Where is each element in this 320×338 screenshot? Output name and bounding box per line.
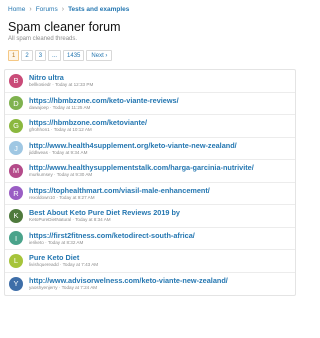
breadcrumb-forums-link[interactable]: Forums [36,6,58,13]
thread-title-link[interactable]: http://www.health4supplement.org/keto-vi… [29,141,237,150]
thread-list: B Nitro ultra bellkosiedr · Today at 12:… [4,69,296,296]
thread-meta: jiddlweas · Today at 9:34 AM [29,149,88,155]
thread-title-link[interactable]: https://hbmbzone.com/ketoviante/ [29,118,147,127]
thread-meta: KetoPureDietNatural · Today at 8:34 AM [29,217,111,223]
thread-author[interactable]: ieriketo [29,240,44,245]
thread-row[interactable]: L Pure Keto Diet livishquereadd · Today … [5,250,295,273]
thread-row[interactable]: G https://hbmbzone.com/ketoviante/ gfroh… [5,115,295,138]
thread-author[interactable]: murkumsey [29,172,53,177]
thread-row[interactable]: R https://tophealthmart.com/viasil-male-… [5,183,295,205]
thread-time: Today at 9:27 AM [59,194,95,200]
avatar[interactable]: K [9,208,23,223]
breadcrumb-separator: › [61,5,65,13]
page-button-1[interactable]: 1 [8,50,20,61]
avatar[interactable]: R [9,186,23,201]
avatar[interactable]: M [9,163,23,178]
page-ellipsis-button[interactable]: ... [48,50,62,61]
thread-meta: gfrohhon1 · Today at 10:12 AM [29,127,92,133]
thread-author[interactable]: gfrohhon1 [29,127,50,132]
thread-meta: rexoldown10 · Today at 9:27 AM [29,194,95,200]
thread-time: Today at 11:25 AM [52,104,91,110]
thread-author[interactable]: bellkosiedr [29,82,51,87]
avatar[interactable]: Y [9,276,23,291]
thread-author[interactable]: KetoPureDietNatural [29,217,71,222]
thread-time: Today at 8:32 AM [47,239,84,245]
thread-meta: murkumsey · Today at 9:30 AM [29,172,93,178]
thread-time: Today at 9:34 AM [51,149,88,155]
thread-title-link[interactable]: Pure Keto Diet [29,253,98,262]
thread-row[interactable]: D https://hbmbzone.com/keto-viante-revie… [5,93,295,115]
page-button-2[interactable]: 2 [21,50,33,61]
thread-title-link[interactable]: http://www.healthysupplementstalk.com/ha… [29,163,254,172]
thread-time: Today at 9:30 AM [56,172,93,178]
page-button-last[interactable]: 1435 [63,50,85,61]
thread-title-link[interactable]: Best About Keto Pure Diet Reviews 2019 b… [29,208,180,217]
pagination: 1 2 3 ... 1435 Next › [8,50,292,61]
avatar[interactable]: B [9,73,23,88]
thread-author[interactable]: rexoldown10 [29,195,55,200]
thread-meta: livishquereadd · Today at 7:43 AM [29,262,99,268]
thread-time: Today at 7:43 AM [62,262,99,268]
thread-title-link[interactable]: https://first2fitness.com/ketodirect-sou… [29,231,195,240]
thread-row[interactable]: M http://www.healthysupplementstalk.com/… [5,160,295,183]
page-title: Spam cleaner forum [8,20,121,34]
thread-time: Today at 10:12 AM [53,127,92,133]
thread-time: Today at 7:24 AM [61,285,98,291]
breadcrumb: Home › Forums › Tests and examples [0,0,300,18]
thread-row[interactable]: K Best About Keto Pure Diet Reviews 2019… [5,205,295,228]
thread-time: Today at 8:34 AM [75,217,111,223]
breadcrumb-home-link[interactable]: Home [8,6,25,13]
thread-meta: dawajoep · Today at 11:25 AM [29,104,91,110]
avatar[interactable]: J [9,141,23,156]
page-button-3[interactable]: 3 [34,50,47,61]
next-page-button[interactable]: Next › [86,50,113,61]
avatar[interactable]: G [9,118,23,133]
thread-author[interactable]: dawajoep [29,105,49,110]
thread-author[interactable]: livishquereadd [29,262,59,267]
breadcrumb-section-link[interactable]: Tests and examples [68,6,129,13]
thread-author[interactable]: jiddlweas [29,150,48,155]
thread-meta: ieriketo · Today at 8:32 AM [29,239,84,245]
thread-row[interactable]: Y http://www.advisorwelness.com/keto-via… [5,273,295,296]
thread-meta: bellkosiedr · Today at 12:33 PM [29,82,94,88]
avatar[interactable]: L [9,253,23,268]
thread-time: Today at 12:33 PM [54,82,94,88]
thread-row[interactable]: J http://www.health4supplement.org/keto-… [5,138,295,160]
breadcrumb-separator: › [29,5,32,13]
thread-title-link[interactable]: Nitro ultra [29,73,93,82]
thread-row[interactable]: I https://first2fitness.com/ketodirect-s… [5,228,295,250]
thread-author[interactable]: yaoshyenjerry [29,285,58,290]
thread-row[interactable]: B Nitro ultra bellkosiedr · Today at 12:… [5,70,295,93]
avatar[interactable]: I [9,231,23,246]
thread-title-link[interactable]: https://tophealthmart.com/viasil-male-en… [29,186,210,195]
avatar[interactable]: D [9,96,23,111]
thread-title-link[interactable]: https://hbmbzone.com/keto-viante-reviews… [29,96,179,105]
thread-meta: yaoshyenjerry · Today at 7:24 AM [29,285,98,291]
page-description: All spam cleaned threads. [8,36,78,42]
thread-title-link[interactable]: http://www.advisorwelness.com/keto-viant… [29,276,228,285]
page-header: Spam cleaner forum All spam cleaned thre… [0,20,300,61]
